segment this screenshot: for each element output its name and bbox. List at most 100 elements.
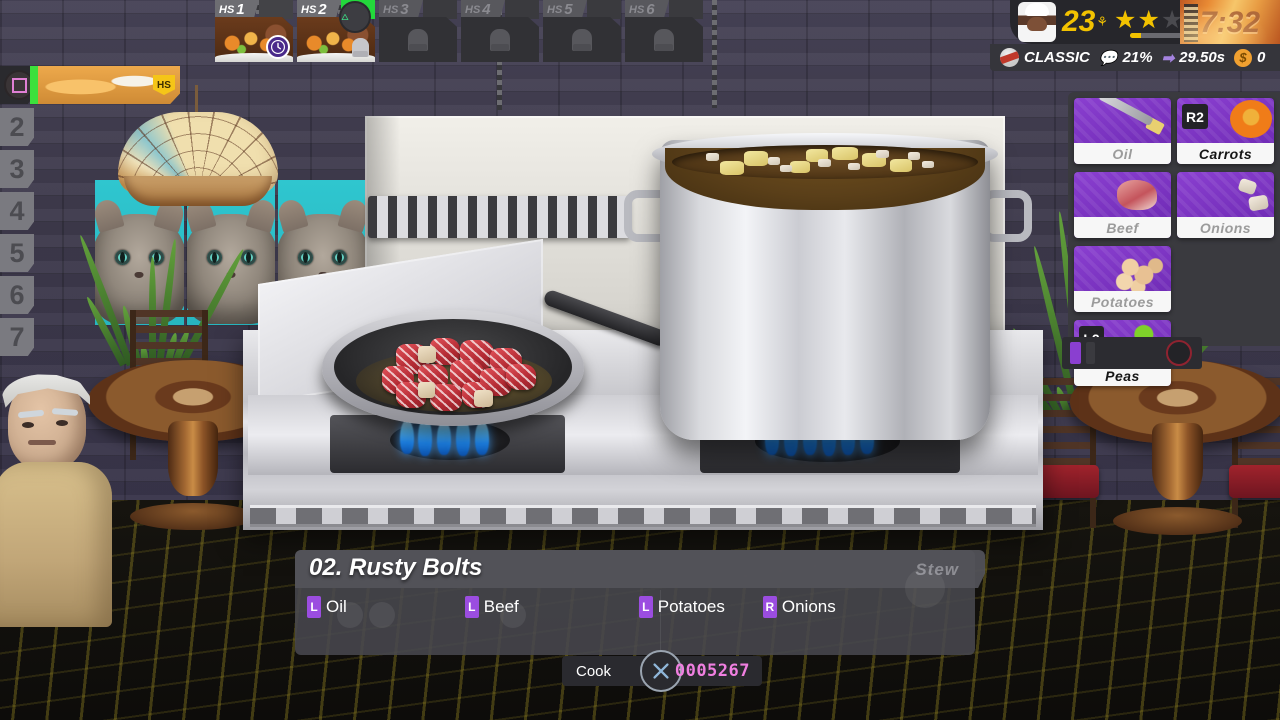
order-slot-number: 5 <box>0 234 34 272</box>
ingredient-potatoes[interactable]: Potatoes <box>1074 246 1171 312</box>
hs-slot-tab: HS 5 <box>543 0 587 19</box>
cook-action-bar[interactable]: Cook 0005267 <box>562 650 762 692</box>
order-slot-number: 2 <box>0 108 34 146</box>
hs-label: HS <box>219 3 235 16</box>
money-indicator: $ 0 <box>1234 48 1266 67</box>
hs-dish-card[interactable] <box>215 17 293 62</box>
ingredient-label: Potatoes <box>1074 291 1171 312</box>
page-title: 02. Rusty Bolts <box>309 554 483 581</box>
order-queue: HS 2 3 4 5 6 7 <box>0 66 180 360</box>
recipe-slot-dot <box>369 602 395 628</box>
pot-stew-surface <box>672 145 978 179</box>
hs-label: HS <box>465 3 481 16</box>
order-row-7[interactable]: 7 <box>0 318 180 360</box>
hs-dish-card[interactable] <box>625 17 703 62</box>
ingredient-oil[interactable]: Oil <box>1074 98 1171 164</box>
step-label: Onions <box>781 597 836 616</box>
ingredient-carrots[interactable]: R2 Carrots <box>1177 98 1274 164</box>
ingredient-label: Oil <box>1074 143 1171 164</box>
hold-station-slot-6[interactable]: HS 6 <box>625 0 703 62</box>
hs-slot-top-fill <box>505 0 539 19</box>
order-ticket[interactable]: HS <box>38 66 180 104</box>
hs-slot-tab: HS 1 <box>215 0 259 19</box>
order-row-5[interactable]: 5 <box>0 234 180 276</box>
hs-label: HS <box>629 3 645 16</box>
chef-hat-icon <box>654 28 674 51</box>
heat-slider-secondary[interactable] <box>1086 342 1095 364</box>
step-key-badge: L <box>638 596 653 618</box>
hold-station-row: HS 1 HS 2 HS 3 HS 4 HS 5 HS 6 <box>215 0 703 62</box>
order-row-2[interactable]: 2 <box>0 108 180 150</box>
hs-label: HS <box>301 3 317 16</box>
hs-label: HS <box>383 3 399 16</box>
hs-number: 5 <box>564 1 573 18</box>
step-key-badge: L <box>464 596 479 618</box>
money-value: 0 <box>1257 49 1266 66</box>
timer-decor-strip <box>1184 4 1198 42</box>
recipe-slot-dot <box>337 602 363 628</box>
recipe-step-onions[interactable]: R Onions <box>762 596 836 618</box>
order-slot-number: 4 <box>0 192 34 230</box>
step-label: Potatoes <box>657 597 725 616</box>
flame <box>437 421 451 455</box>
ingredient-onions[interactable]: Onions <box>1177 172 1274 238</box>
hs-slot-top-fill <box>669 0 703 19</box>
hold-station-slot-5[interactable]: HS 5 <box>543 0 621 62</box>
chopsticks-icon: ⚘ <box>1096 14 1109 29</box>
chef-hat-icon <box>348 35 372 59</box>
triangle-icon[interactable] <box>339 1 371 33</box>
chat-bubble-icon: 💬 <box>1098 49 1118 67</box>
level-timer: 7:32 <box>1180 0 1280 46</box>
order-slot-number: 7 <box>0 318 34 356</box>
buzz-value: 21% <box>1122 49 1153 66</box>
ingredient-beef[interactable]: Beef <box>1074 172 1171 238</box>
recipe-step-potatoes[interactable]: L Potatoes <box>638 596 725 618</box>
score-value: 23 <box>1062 5 1096 38</box>
hs-slot-top-fill <box>423 0 457 19</box>
hold-station-slot-4[interactable]: HS 4 <box>461 0 539 62</box>
buzz-indicator: 💬 21% <box>1099 49 1153 67</box>
hanging-chain <box>712 0 717 108</box>
hold-station-slot-1[interactable]: HS 1 <box>215 0 293 62</box>
hold-station-slot-3[interactable]: HS 3 <box>379 0 457 62</box>
star-filled: ★ <box>1137 5 1160 34</box>
frying-pan[interactable] <box>322 310 584 426</box>
classic-mode-icon <box>1000 48 1019 67</box>
order-row-3[interactable]: 3 <box>0 150 180 192</box>
recipe-panel: 02. Rusty Bolts Stew L Oil L Beef L Pota… <box>295 550 985 655</box>
hs-number: 1 <box>236 1 245 18</box>
exit-arrow-icon: ➡ <box>1161 49 1175 67</box>
flame <box>400 420 414 454</box>
order-row-4[interactable]: 4 <box>0 192 180 234</box>
hs-number: 2 <box>318 1 327 18</box>
ingredient-label: Carrots <box>1177 143 1274 164</box>
mode-indicator: CLASSIC <box>1000 48 1090 67</box>
customer-character <box>0 374 112 628</box>
order-row-1[interactable]: HS <box>0 66 180 108</box>
hs-label: HS <box>547 3 563 16</box>
hs-dish-card[interactable] <box>543 17 621 62</box>
heat-slider[interactable] <box>1070 342 1081 364</box>
order-slot-number: 6 <box>0 276 34 314</box>
time-value: 29.50s <box>1179 49 1226 66</box>
hs-dish-card[interactable] <box>379 17 457 62</box>
burner-dial[interactable] <box>1166 340 1192 366</box>
ingredient-label: Beef <box>1074 217 1171 238</box>
hs-slot-tab: HS 4 <box>461 0 505 19</box>
recipe-slot-dot <box>500 602 526 628</box>
flame <box>475 421 489 455</box>
avatar <box>1018 2 1056 42</box>
ingredient-panel: Oil R2 Carrots Beef Onions Potatoes Peas <box>1068 92 1280 386</box>
hold-station-slot-2[interactable]: HS 2 <box>297 0 375 62</box>
stove-vent <box>250 505 1036 527</box>
chef-hat-icon <box>408 28 428 51</box>
hs-dish-card[interactable] <box>461 17 539 62</box>
equipment-control-strip[interactable] <box>1062 337 1202 369</box>
hs-number: 6 <box>646 1 655 18</box>
ingredient-key-badge: R2 <box>1182 104 1208 129</box>
stove-backrail <box>368 196 630 238</box>
order-row-6[interactable]: 6 <box>0 276 180 318</box>
hs-slot-tab: HS 6 <box>625 0 669 19</box>
dining-table <box>1070 360 1280 535</box>
recipe-step-list: L Oil L Beef L Potatoes R Onions <box>307 596 967 636</box>
